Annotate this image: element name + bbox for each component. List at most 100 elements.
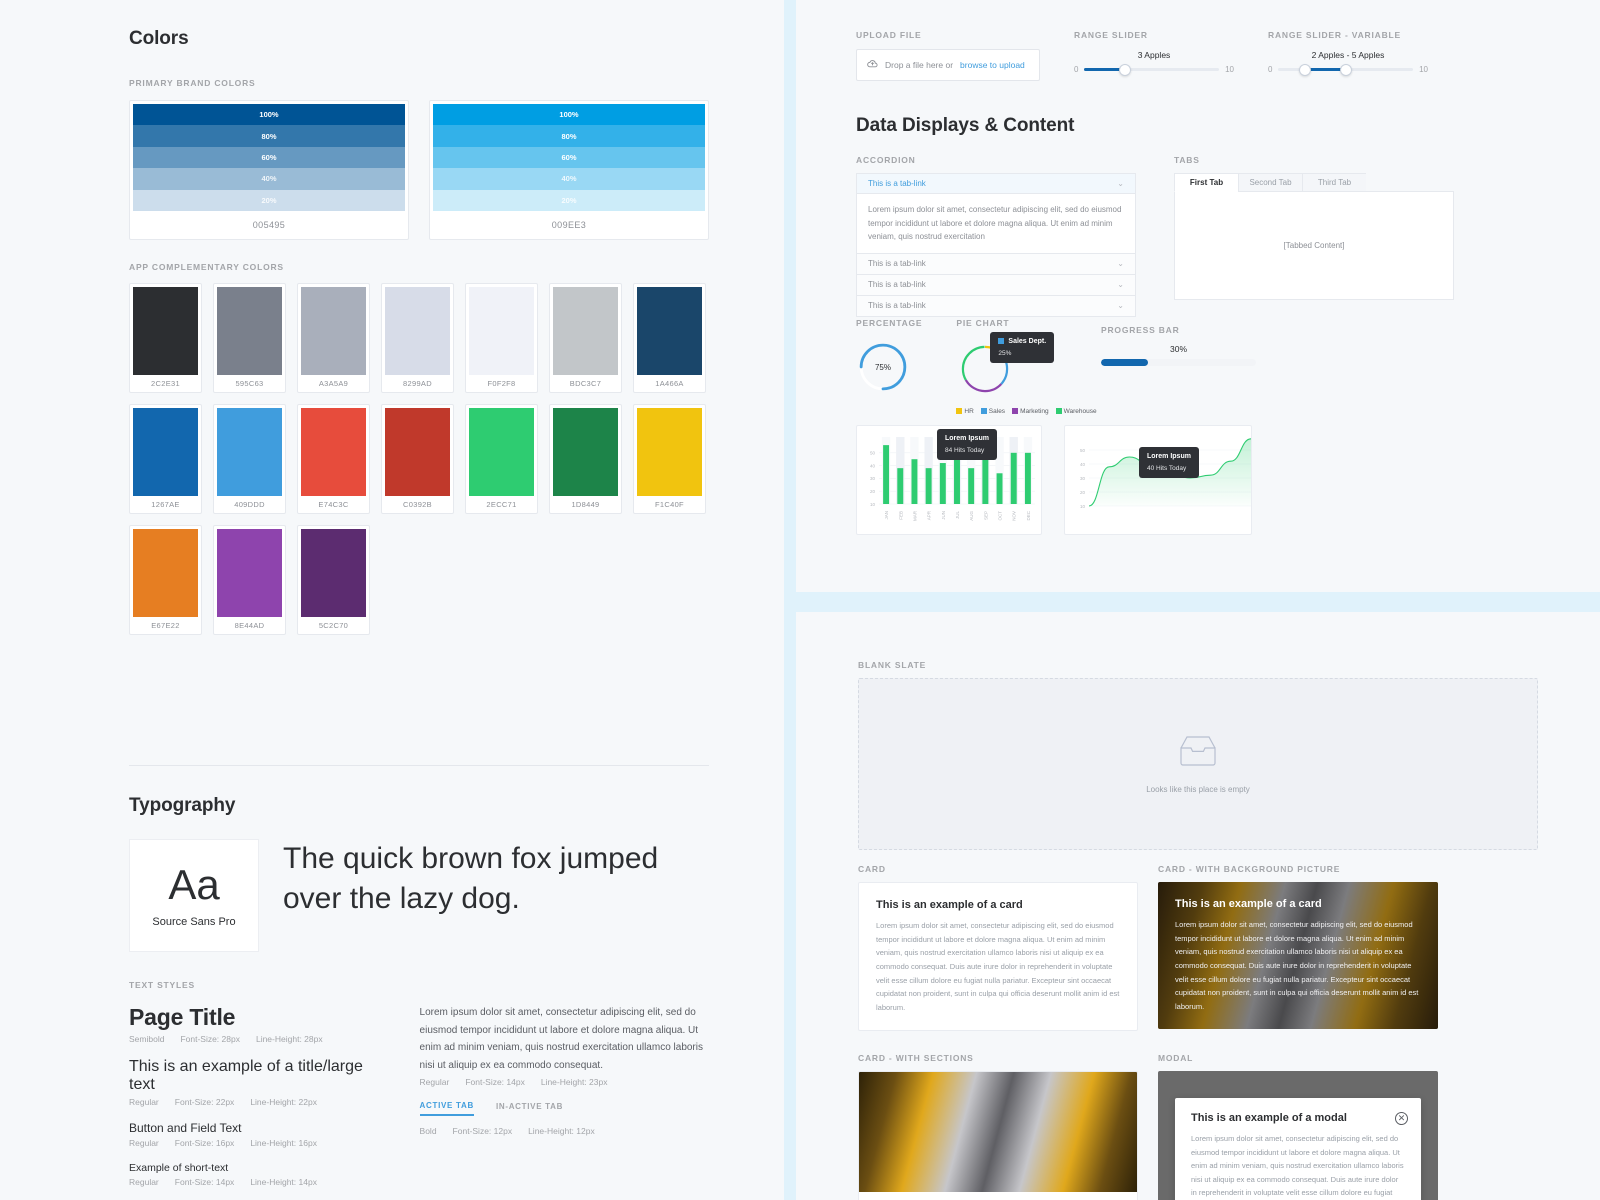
bar[interactable]: [939, 463, 946, 504]
swatch-hex-value: 595C63: [235, 378, 264, 388]
meta-size: Font-Size: 12px: [452, 1126, 513, 1136]
meta-lh: Line-Height: 22px: [250, 1097, 317, 1107]
swatch-hex-value: E74C3C: [318, 499, 349, 509]
inactive-tab-sample[interactable]: IN-ACTIVE TAB: [496, 1102, 563, 1115]
x-axis-tick: JUN: [941, 511, 946, 520]
range-slider-min: 0: [1074, 65, 1079, 74]
accordion-label: ACCORDION: [856, 155, 916, 165]
cloud-upload-icon: [867, 59, 878, 72]
slider-rail[interactable]: [1278, 63, 1414, 76]
accordion-header[interactable]: This is a tab-link ⌄: [856, 253, 1136, 275]
swatch-hex-value: A3A5A9: [318, 378, 349, 388]
swatch-hex-value: 1D8449: [571, 499, 600, 509]
accordion-block: ACCORDION This is a tab-link ⌄ Lorem ipsum…: [856, 155, 1136, 317]
slider-thumb-high[interactable]: [1339, 63, 1352, 76]
range-slider-track[interactable]: 0 10: [1074, 63, 1234, 76]
bar[interactable]: [925, 468, 932, 504]
range-slider-value: 3 Apples: [1137, 50, 1171, 60]
line-chart-svg[interactable]: 10 20 30 40 50: [1065, 426, 1253, 536]
y-axis-tick: 20: [1080, 490, 1086, 495]
card[interactable]: This is an example of a card Lorem ipsum…: [858, 882, 1138, 1032]
bar[interactable]: [911, 459, 918, 504]
card-sections-label: CARD - WITH SECTIONS: [858, 1053, 974, 1064]
text-style-sample: Button and Field Text Regular Font-Size: 1…: [129, 1121, 390, 1148]
bar[interactable]: [897, 468, 904, 504]
brand-hex-value: 005495: [252, 219, 286, 230]
meta-weight: Regular: [419, 1077, 450, 1087]
active-tab-sample[interactable]: ACTIVE TAB: [419, 1101, 474, 1116]
card-bg-title: This is an example of a card: [1175, 898, 1322, 910]
meta-weight: Regular: [129, 1097, 159, 1107]
range-slider-variable-min: 0: [1268, 65, 1273, 74]
y-axis-tick: 10: [870, 502, 876, 507]
font-family-name: Source Sans Pro: [152, 915, 236, 928]
percentage-block: PERCENTAGE 75%: [856, 318, 922, 394]
y-axis-tick: 50: [1080, 448, 1086, 453]
tab-third-tab[interactable]: Third Tab: [1302, 173, 1366, 192]
accordion-header[interactable]: This is a tab-link ⌄: [856, 274, 1136, 296]
swatch-chip: [469, 407, 534, 496]
meta-lh: Line-Height: 28px: [255, 1034, 323, 1044]
tab-second-tab[interactable]: Second Tab: [1238, 173, 1302, 192]
blank-slate-block: BLANK SLATE Looks like this place is emp…: [858, 660, 1538, 850]
color-swatch: BDC3C7: [549, 282, 622, 393]
pie-tooltip: Sales Dept. 25%: [990, 332, 1055, 364]
bar[interactable]: [1010, 452, 1017, 504]
x-axis-tick: DEC: [1026, 510, 1031, 520]
meta-lh: Line-Height: 16px: [250, 1138, 317, 1148]
blank-slate-text: Looks like this place is empty: [1146, 785, 1250, 794]
x-axis-tick: FEB: [898, 511, 903, 520]
brand-color-card: 100% 80% 60% 40% 20% 009EE3: [429, 100, 709, 240]
tab-first-tab[interactable]: First Tab: [1174, 173, 1238, 192]
bar[interactable]: [1024, 452, 1031, 504]
accordion-title: This is a tab-link: [868, 280, 926, 290]
brand-tint-band: 20%: [433, 189, 705, 211]
card-with-sections[interactable]: This is an example of a card Lorem ipsum…: [858, 1071, 1138, 1200]
y-axis-tick: 40: [870, 463, 876, 468]
color-swatch: 2ECC71: [465, 403, 538, 514]
chevron-down-icon: ⌄: [1117, 301, 1124, 311]
progress-bar-value: 30%: [1169, 344, 1187, 354]
meta-size: Font-Size: 14px: [174, 1177, 235, 1187]
percentage-value: 75%: [874, 362, 891, 372]
y-axis-tick: 40: [1080, 462, 1086, 467]
bar[interactable]: [883, 445, 890, 504]
y-axis-tick: 20: [870, 489, 876, 494]
tabs-bar-filler: [1366, 173, 1454, 192]
swatch-hex-value: BDC3C7: [569, 378, 602, 388]
bar[interactable]: [996, 473, 1003, 504]
modal-dialog[interactable]: This is an example of a modal ✕ Lorem ip…: [1175, 1098, 1421, 1200]
file-dropzone[interactable]: Drop a file here or browse to upload: [856, 49, 1040, 81]
y-axis-tick: 30: [870, 476, 876, 481]
text-styles-grid: Page Title Semibold Font-Size: 28px Line-He…: [129, 1004, 709, 1200]
color-swatch: A3A5A9: [297, 282, 370, 393]
pie-chart-label: PIE CHART: [956, 318, 1010, 328]
x-axis-tick: AUG: [969, 511, 974, 521]
colors-heading: Colors: [129, 28, 189, 49]
card-with-background-picture[interactable]: This is an example of a card Lorem ipsum…: [1158, 882, 1438, 1030]
color-swatch: 1267AE: [129, 403, 202, 514]
text-style-meta: Regular Font-Size: 16px Line-Height: 16px: [129, 1138, 390, 1148]
text-style-meta: Regular Font-Size: 14px Line-Height: 14px: [129, 1177, 390, 1187]
slider-rail[interactable]: [1084, 63, 1220, 76]
progress-bar-label: PROGRESS BAR: [1101, 325, 1180, 335]
swatch-chip: [217, 407, 282, 496]
card-bg-body: Lorem ipsum dolor sit amet, consectetur …: [1175, 920, 1419, 1011]
bar[interactable]: [982, 452, 989, 504]
pie-legend-label: Sales: [988, 408, 1006, 415]
color-swatch: 5C2C70: [297, 524, 370, 635]
accordion-header[interactable]: This is a tab-link ⌄: [856, 295, 1136, 317]
color-swatch: E67E22: [129, 524, 202, 635]
accordion-header[interactable]: This is a tab-link ⌄: [856, 173, 1136, 194]
range-slider-variable-track[interactable]: 0 10: [1268, 63, 1428, 76]
color-swatch: C0392B: [381, 403, 454, 514]
slider-thumb[interactable]: [1118, 63, 1131, 76]
bar[interactable]: [968, 468, 975, 504]
swatch-chip: [637, 407, 702, 496]
accordion-body: Lorem ipsum dolor sit amet, consectetur …: [856, 194, 1136, 254]
bar-tooltip-sub: 84 Hits Today: [945, 446, 985, 454]
close-circle-icon[interactable]: ✕: [1395, 1112, 1408, 1126]
browse-to-upload-link[interactable]: browse to upload: [960, 60, 1025, 70]
slider-thumb-low[interactable]: [1299, 63, 1312, 76]
blank-slate-label: BLANK SLATE: [858, 660, 927, 670]
